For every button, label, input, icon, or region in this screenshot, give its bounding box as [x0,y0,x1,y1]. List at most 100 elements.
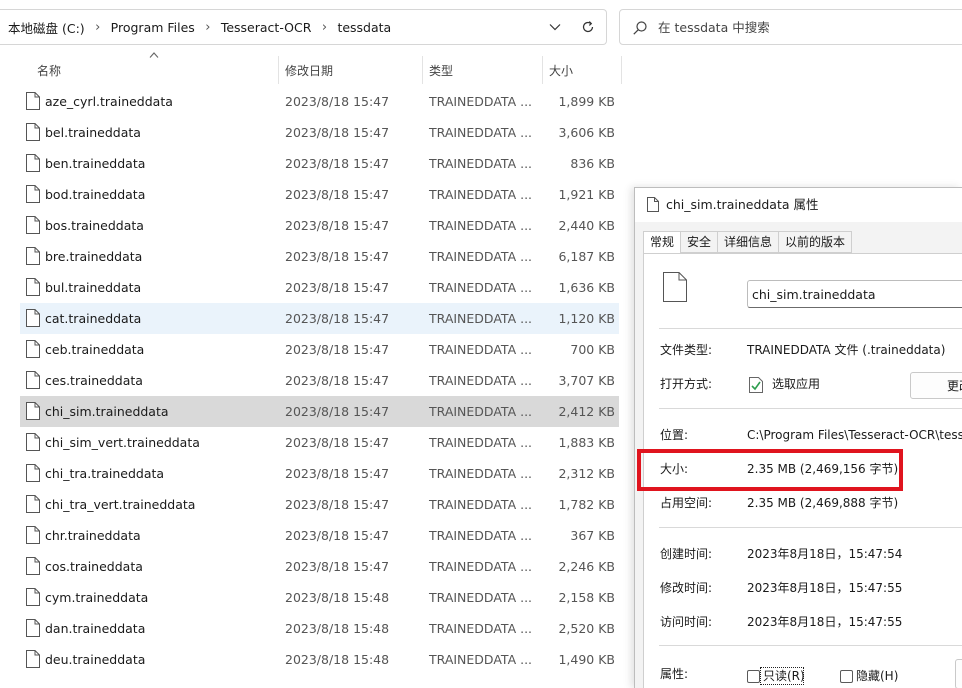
file-name: ces.traineddata [45,373,143,388]
file-type: TRAINEDDATA ... [429,590,533,605]
chevron-right-icon[interactable]: › [313,20,335,35]
file-icon [26,588,40,606]
modified-value: 2023年8月18日，15:47:55 [747,581,903,595]
modified-label: 修改时间: [660,581,713,595]
file-row[interactable]: bel.traineddata 2023/8/18 15:47 TRAINEDDAT… [20,117,619,148]
file-row[interactable]: cat.traineddata 2023/8/18 15:47 TRAINEDDAT… [20,303,619,334]
file-modified: 2023/8/18 15:47 [285,466,390,481]
column-divider[interactable] [621,56,622,84]
file-row[interactable]: bre.traineddata 2023/8/18 15:47 TRAINEDDAT… [20,241,619,272]
divider [659,527,962,528]
file-icon [26,464,40,482]
column-divider[interactable] [278,56,279,84]
file-icon [26,123,40,141]
file-type: TRAINEDDATA ... [429,311,533,326]
file-modified: 2023/8/18 15:47 [285,218,390,233]
refresh-button[interactable] [576,17,600,37]
file-icon [26,154,40,172]
address-history-button[interactable] [544,18,566,36]
file-modified: 2023/8/18 15:47 [285,94,390,109]
column-header-size[interactable]: 大小 [549,56,573,84]
search-input[interactable] [658,10,958,44]
file-size: 1,883 KB [558,435,615,450]
readonly-checkbox[interactable] [747,670,760,683]
file-modified: 2023/8/18 15:48 [285,590,390,605]
file-name-field[interactable] [747,280,962,308]
search-icon [633,21,647,35]
file-type: TRAINEDDATA ... [429,218,533,233]
readonly-label[interactable]: 只读(R) [763,668,805,684]
breadcrumb-tessdata[interactable]: tessdata [335,20,393,35]
file-size: 700 KB [570,342,615,357]
file-row[interactable]: chi_sim_vert.traineddata 2023/8/18 15:47 T… [20,427,619,458]
file-row[interactable]: bod.traineddata 2023/8/18 15:47 TRAINEDDAT… [20,179,619,210]
breadcrumb-tesseract[interactable]: Tesseract-OCR [219,20,314,35]
file-name: cos.traineddata [45,559,143,574]
chevron-right-icon[interactable]: › [197,20,219,35]
file-type: TRAINEDDATA ... [429,404,533,419]
file-icon [26,185,40,203]
file-row[interactable]: cos.traineddata 2023/8/18 15:47 TRAINEDDAT… [20,551,619,582]
tab-details[interactable]: 详细信息 [718,231,780,253]
breadcrumb-program-files[interactable]: Program Files [109,20,197,35]
file-row[interactable]: cym.traineddata 2023/8/18 15:48 TRAINEDDAT… [20,582,619,613]
dialog-title-bar[interactable]: chi_sim.traineddata 属性 [635,188,962,222]
column-divider[interactable] [422,56,423,84]
hidden-checkbox[interactable] [840,670,853,683]
column-header-name[interactable]: 名称 [37,56,61,84]
file-row[interactable]: bos.traineddata 2023/8/18 15:47 TRAINEDDAT… [20,210,619,241]
file-name: bre.traineddata [45,249,143,264]
file-icon [26,433,40,451]
file-row[interactable]: ces.traineddata 2023/8/18 15:47 TRAINEDDAT… [20,365,619,396]
hidden-label[interactable]: 隐藏(H) [856,668,898,684]
file-size: 1,921 KB [558,187,615,202]
file-row[interactable]: bul.traineddata 2023/8/18 15:47 TRAINEDDAT… [20,272,619,303]
file-modified: 2023/8/18 15:47 [285,280,390,295]
file-row[interactable]: chr.traineddata 2023/8/18 15:47 TRAINEDDAT… [20,520,619,551]
file-modified: 2023/8/18 15:47 [285,373,390,388]
file-size: 2,520 KB [558,621,615,636]
column-header-type[interactable]: 类型 [429,56,453,84]
change-app-button[interactable]: 更改 [910,372,962,399]
properties-dialog: chi_sim.traineddata 属性 常规 安全 详细信息 以前的版本 … [634,187,962,688]
tab-general[interactable]: 常规 [643,231,682,254]
file-name: chi_tra_vert.traineddata [45,497,196,512]
file-size: 3,707 KB [558,373,615,388]
file-row[interactable]: ben.traineddata 2023/8/18 15:47 TRAINEDDAT… [20,148,619,179]
address-bar[interactable]: 本地磁盘 (C:) › Program Files › Tesseract-OC… [0,9,607,45]
advanced-button[interactable] [955,659,962,688]
tab-security[interactable]: 安全 [681,231,719,253]
file-size: 836 KB [570,156,615,171]
file-row[interactable]: chi_sim.traineddata 2023/8/18 15:47 TRAINE… [20,396,619,427]
tab-previous-versions[interactable]: 以前的版本 [779,231,853,253]
file-name: chi_sim.traineddata [45,404,169,419]
file-row[interactable]: aze_cyrl.traineddata 2023/8/18 15:47 TRAIN… [20,86,619,117]
column-header-modified[interactable]: 修改日期 [285,56,333,84]
breadcrumb-drive[interactable]: 本地磁盘 (C:) [6,18,87,37]
created-value: 2023年8月18日，15:47:54 [747,547,903,561]
file-type: TRAINEDDATA ... [429,497,533,512]
chevron-right-icon[interactable]: › [87,20,109,35]
file-modified: 2023/8/18 15:47 [285,156,390,171]
file-size: 1,490 KB [558,652,615,667]
file-row[interactable]: chi_tra.traineddata 2023/8/18 15:47 TRAINE… [20,458,619,489]
file-type: TRAINEDDATA ... [429,373,533,388]
file-row[interactable]: ceb.traineddata 2023/8/18 15:47 TRAINEDDAT… [20,334,619,365]
created-label: 创建时间: [660,547,713,561]
file-name: bos.traineddata [45,218,144,233]
file-modified: 2023/8/18 15:47 [285,125,390,140]
file-row[interactable]: deu.traineddata 2023/8/18 15:48 TRAINEDDAT… [20,644,619,675]
file-row[interactable]: dan.traineddata 2023/8/18 15:48 TRAINEDDAT… [20,613,619,644]
file-name: bel.traineddata [45,125,141,140]
file-icon [26,495,40,513]
search-box[interactable] [619,9,962,45]
file-icon [26,340,40,358]
file-icon [26,402,40,420]
file-size: 1,120 KB [558,311,615,326]
file-icon [647,197,659,212]
column-divider[interactable] [542,56,543,84]
file-list: aze_cyrl.traineddata 2023/8/18 15:47 TRAIN… [20,86,619,675]
file-row[interactable]: chi_tra_vert.traineddata 2023/8/18 15:47 T… [20,489,619,520]
file-modified: 2023/8/18 15:47 [285,311,390,326]
file-modified: 2023/8/18 15:47 [285,249,390,264]
